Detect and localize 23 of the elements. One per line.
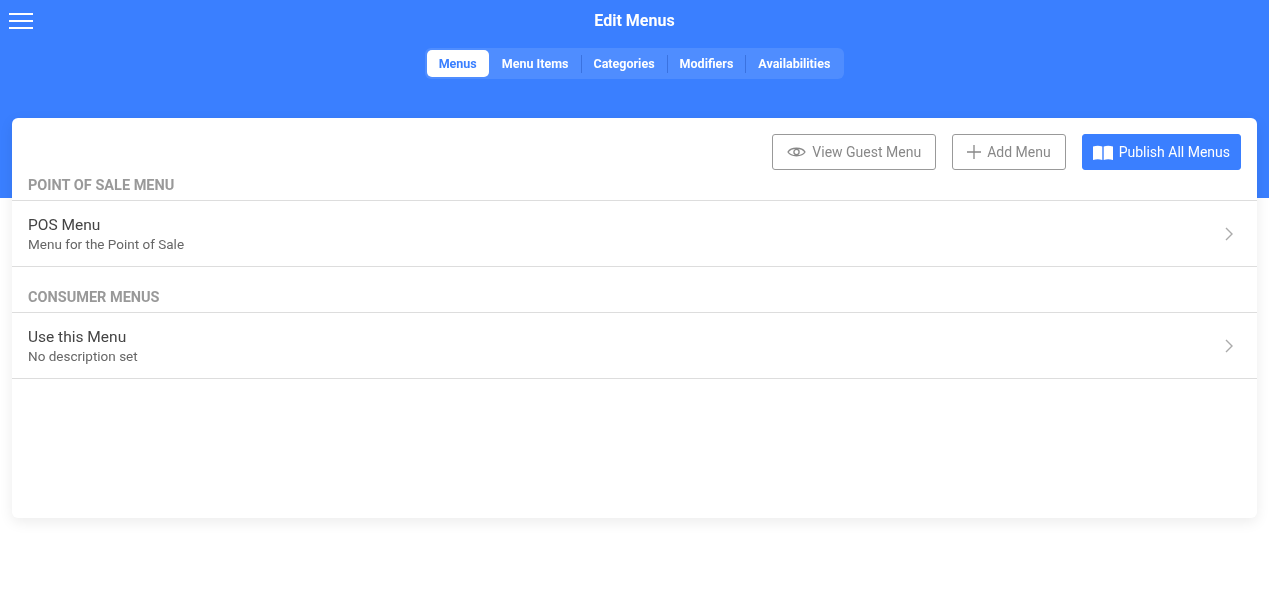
menu-icon[interactable] (9, 13, 33, 29)
book-icon (1092, 144, 1113, 160)
eye-icon (787, 146, 807, 158)
tab[interactable]: Modifiers (667, 50, 746, 77)
add-menu-button[interactable]: Add Menu (952, 134, 1066, 170)
page-title: Edit Menus (594, 10, 675, 30)
menu-name: Use this Menu (28, 327, 128, 346)
publish-button[interactable]: Publish All Menus (1081, 134, 1241, 170)
chevron-right-icon (1225, 226, 1233, 241)
section-heading: CONSUMER MENUS (12, 267, 1257, 313)
section-heading: POINT OF SALE MENU (12, 170, 1257, 201)
plus-icon (967, 145, 982, 159)
menu-description: No description set (28, 347, 138, 364)
tab[interactable]: Availabilities (746, 50, 843, 77)
menu-row[interactable]: POS Menu Menu for the Point of Sale (12, 201, 1257, 267)
menu-description: Menu for the Point of Sale (28, 235, 185, 252)
tab[interactable]: Menus (426, 50, 489, 77)
view-guest-menu-button[interactable]: View Guest Menu (772, 134, 937, 170)
tab[interactable]: Categories (581, 50, 667, 77)
tab[interactable]: Menu Items (489, 50, 581, 77)
menu-name: POS Menu (28, 215, 102, 234)
chevron-right-icon (1225, 338, 1233, 353)
menu-row[interactable]: Use this Menu No description set (12, 313, 1257, 379)
